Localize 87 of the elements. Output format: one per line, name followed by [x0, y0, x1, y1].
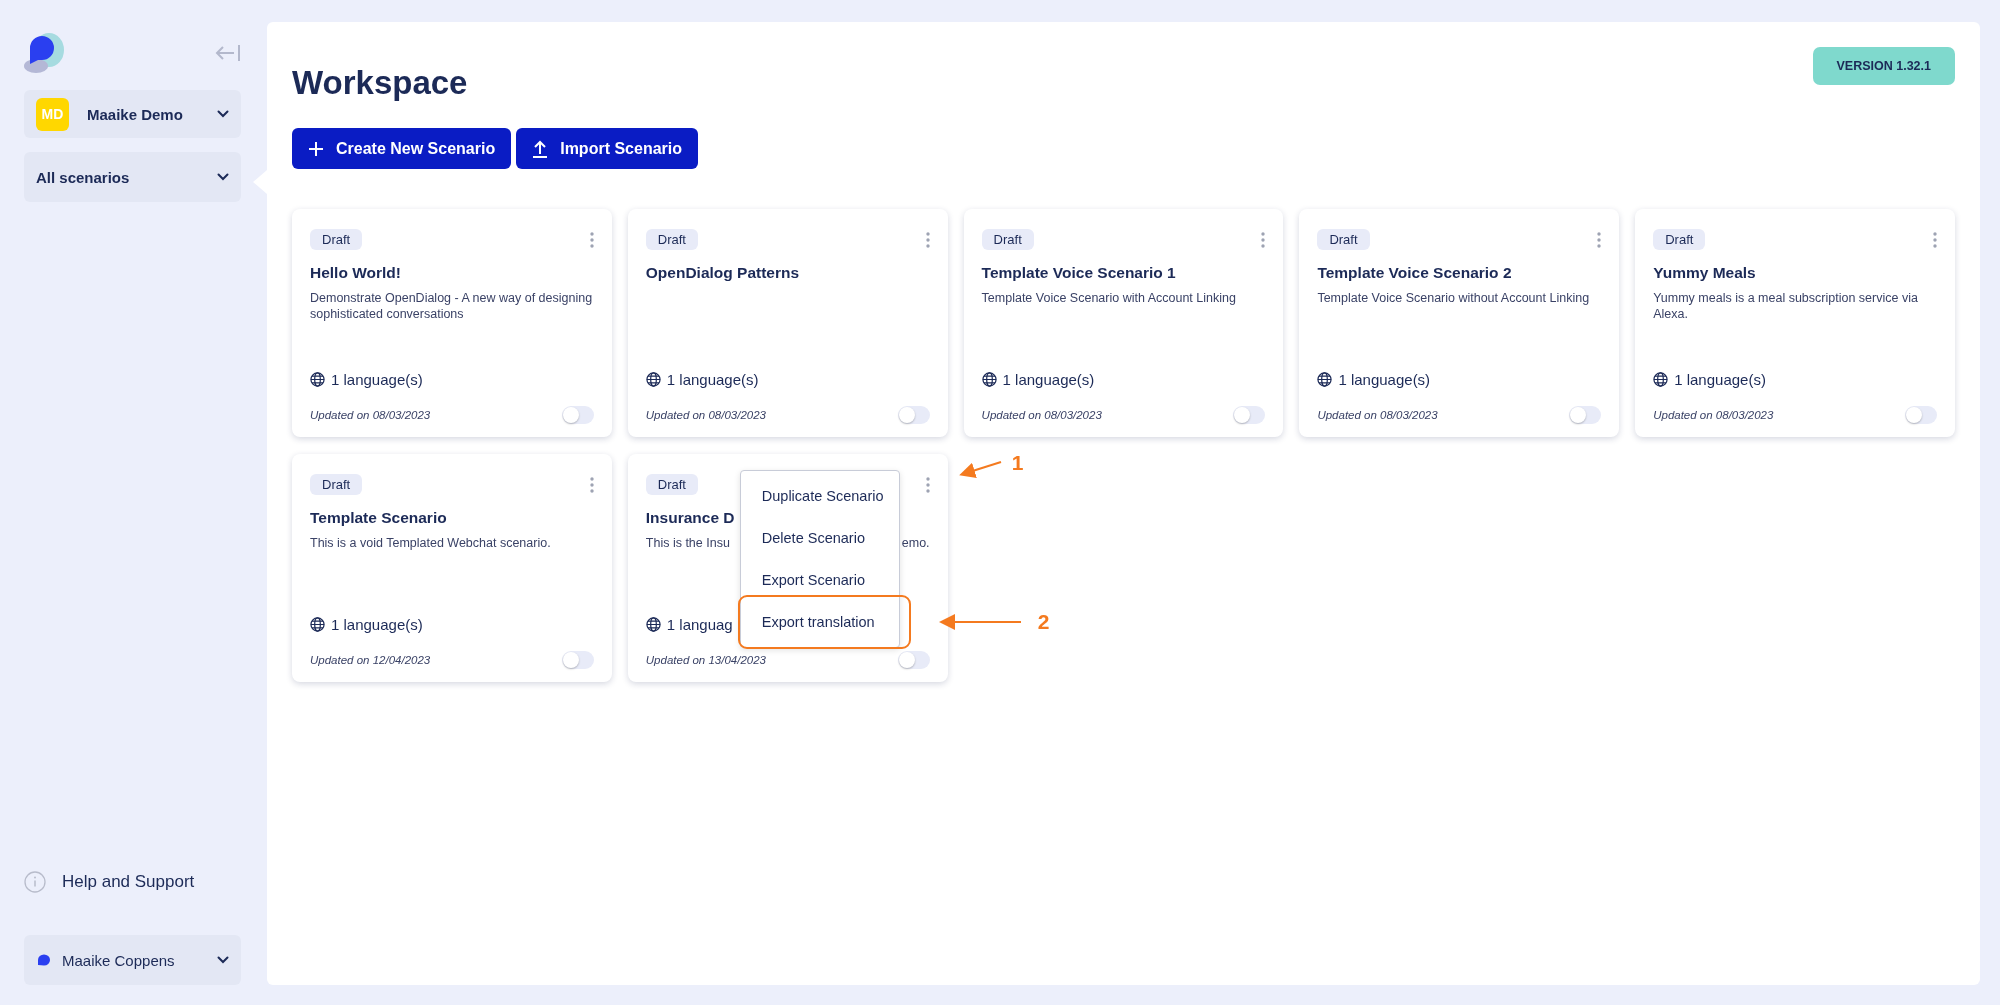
collapse-sidebar-icon[interactable] — [215, 43, 241, 63]
vertical-dots-icon — [925, 476, 930, 493]
language-count: 1 language(s) — [1002, 371, 1095, 388]
globe-icon — [1317, 372, 1333, 387]
scenario-card[interactable]: Draft Hello World! Demonstrate OpenDialog - A new way of designing sophisticated conversations 1 language(s) Updated on 08/03/2023 — [292, 209, 612, 437]
import-scenario-button[interactable]: Import Scenario — [516, 128, 698, 169]
scenario-description: Yummy meals is a meal subscription service via Alexa. — [1653, 290, 1919, 323]
version-badge: VERSION 1.32.1 — [1812, 47, 1955, 85]
scenario-title[interactable]: Template Scenario — [310, 509, 594, 527]
scenario-card[interactable]: Draft Yummy Meals Yummy meals is a meal subscription service via Alexa. 1 language(s) Updated on 08/03/2023 — [1635, 209, 1955, 437]
chevron-down-icon — [217, 173, 229, 181]
scenario-title[interactable]: Yummy Meals — [1653, 264, 1937, 282]
language-count: 1 language(s) — [1674, 371, 1766, 388]
toggle-switch[interactable] — [1569, 406, 1602, 424]
vertical-dots-icon — [1261, 231, 1266, 248]
language-count: 1 language(s) — [331, 616, 423, 633]
menu-item[interactable]: Duplicate Scenario — [740, 475, 899, 517]
updated-date: Updated on 08/03/2023 — [981, 409, 1102, 421]
status-tag: Draft — [1653, 229, 1706, 250]
language-count: 1 language(s) — [1338, 371, 1431, 388]
vertical-dots-icon — [925, 231, 930, 248]
scenario-card[interactable]: Draft Duplicate Scenario Delete Scenario Export Scenario Export translation Insurance D This is the Insu emo. 1 languag Updated on 13/04/2023 — [627, 454, 948, 682]
annotation-number: 2 — [1037, 610, 1050, 634]
annotation-number: 1 — [1011, 451, 1024, 475]
vertical-dots-icon — [589, 476, 594, 493]
vertical-dots-icon — [1933, 231, 1937, 248]
updated-date: Updated on 08/03/2023 — [310, 409, 431, 421]
status-tag: Draft — [645, 474, 698, 495]
status-tag: Draft — [981, 229, 1034, 250]
toggle-switch[interactable] — [897, 406, 930, 424]
globe-icon — [1653, 372, 1669, 387]
scenario-description: This is a void Templated Webchat scenario. — [310, 535, 551, 552]
scenario-description: Template Voice Scenario with Account Linking — [981, 290, 1236, 307]
create-scenario-button[interactable]: Create New Scenario — [292, 128, 512, 169]
scenario-title[interactable]: Template Voice Scenario 1 — [981, 264, 1266, 282]
status-tag: Draft — [645, 229, 698, 250]
logo-icon — [24, 32, 66, 74]
toggle-switch[interactable] — [897, 651, 930, 669]
scenario-title[interactable]: Template Voice Scenario 2 — [1317, 264, 1602, 282]
scenario-card[interactable]: Draft Template Voice Scenario 1 Template Voice Scenario with Account Linking 1 language(s) Updated on 08/03/2023 — [963, 209, 1284, 437]
menu-item[interactable]: Export Scenario — [740, 559, 899, 601]
scenario-title[interactable]: Hello World! — [310, 264, 594, 282]
chevron-down-icon — [217, 956, 229, 964]
info-icon — [24, 871, 46, 893]
language-count: 1 language(s) — [666, 371, 759, 388]
toggle-switch[interactable] — [561, 651, 594, 669]
updated-date: Updated on 12/04/2023 — [310, 654, 431, 666]
menu-item[interactable]: Export translation — [740, 601, 899, 643]
updated-date: Updated on 08/03/2023 — [1317, 409, 1438, 421]
upload-icon — [532, 139, 549, 158]
language-count: 1 languag — [666, 616, 733, 633]
updated-date: Updated on 08/03/2023 — [645, 409, 766, 421]
scenario-description: emo. — [901, 535, 930, 552]
scenario-description: Template Voice Scenario without Account Linking — [1317, 290, 1590, 307]
chevron-down-icon — [217, 110, 229, 118]
globe-icon — [310, 372, 325, 387]
globe-icon — [310, 617, 325, 632]
status-tag: Draft — [310, 474, 363, 495]
user-menu[interactable]: Maaike Coppens — [24, 935, 241, 985]
plus-icon — [308, 140, 324, 157]
scenario-filter-dropdown[interactable]: All scenarios — [24, 152, 241, 202]
scenario-description: This is the Insu — [645, 535, 730, 552]
page-title: Workspace — [292, 64, 468, 102]
scenario-description: Demonstrate OpenDialog - A new way of designing sophisticated conversations — [310, 290, 594, 323]
scenario-card[interactable]: Draft Template Voice Scenario 2 Template Voice Scenario without Account Linking 1 language(s) Updated on 08/03/2023 — [1299, 209, 1620, 437]
organization-selector[interactable]: MD Maaike Demo — [24, 90, 241, 138]
toggle-switch[interactable] — [561, 406, 594, 424]
updated-date: Updated on 13/04/2023 — [645, 654, 766, 666]
vertical-dots-icon — [1597, 231, 1602, 248]
globe-icon — [645, 617, 661, 632]
language-count: 1 language(s) — [331, 371, 423, 388]
globe-icon — [645, 372, 661, 387]
menu-item[interactable]: Delete Scenario — [740, 517, 899, 559]
status-tag: Draft — [310, 229, 363, 250]
status-tag: Draft — [1317, 229, 1370, 250]
organization-avatar: MD — [36, 97, 69, 131]
vertical-dots-icon — [589, 231, 594, 248]
user-avatar-icon — [36, 953, 52, 967]
help-link[interactable]: Help and Support — [62, 872, 195, 892]
organization-name: Maaike Demo — [86, 105, 184, 123]
globe-icon — [981, 372, 997, 387]
toggle-switch[interactable] — [1233, 406, 1266, 424]
toggle-switch[interactable] — [1905, 406, 1937, 424]
updated-date: Updated on 08/03/2023 — [1653, 409, 1774, 421]
scenario-card[interactable]: Draft Template Scenario This is a void Templated Webchat scenario. 1 language(s) Updated on 12/04/2023 — [292, 454, 612, 682]
scenario-title[interactable]: OpenDialog Patterns — [645, 264, 930, 282]
scenario-card[interactable]: Draft OpenDialog Patterns 1 language(s) Updated on 08/03/2023 — [627, 209, 948, 437]
